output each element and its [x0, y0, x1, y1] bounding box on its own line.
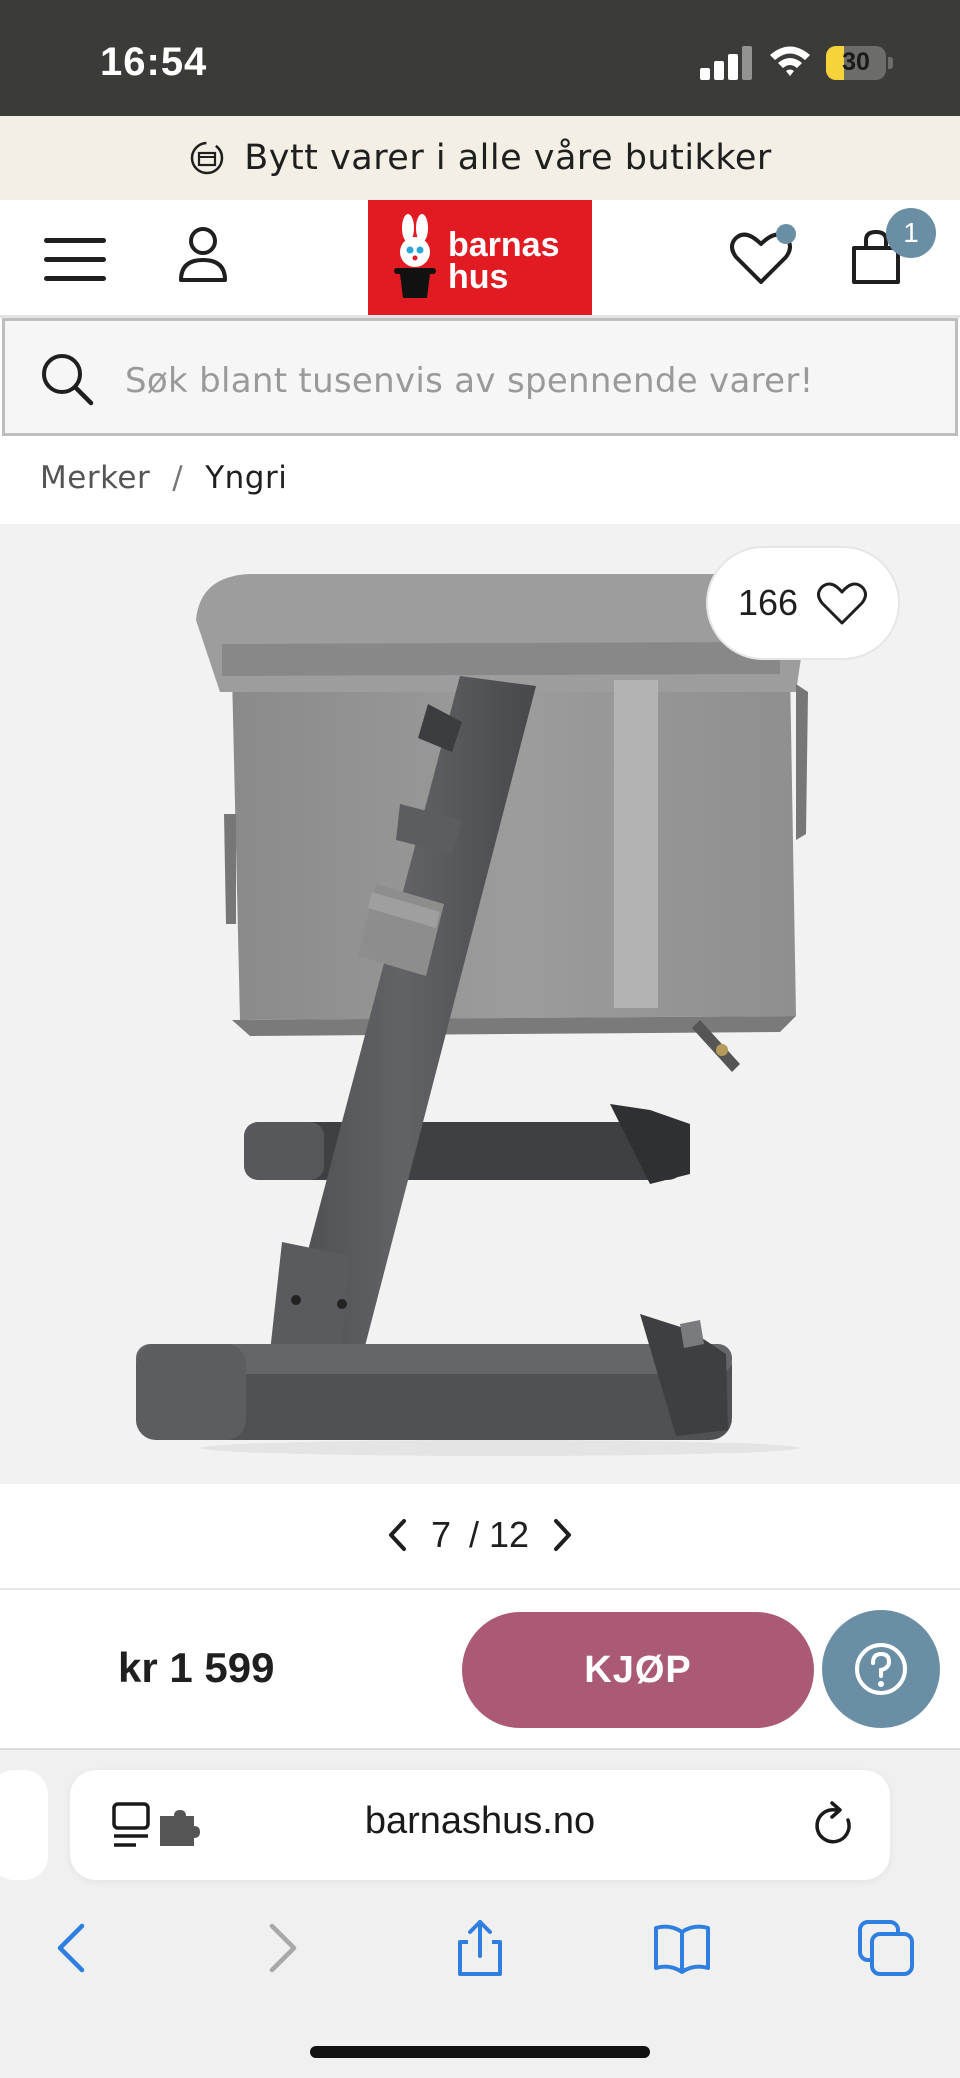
- hamburger-menu-icon[interactable]: [44, 236, 108, 284]
- wishlist-indicator-dot: [776, 224, 796, 244]
- browser-toolbar: [0, 1910, 960, 1990]
- site-header: barnas hus: [0, 200, 960, 318]
- logo-text-line2: hus: [448, 258, 509, 296]
- url-domain: barnashus.no: [364, 1800, 596, 1842]
- breadcrumb-item-merker[interactable]: Merker: [40, 460, 150, 496]
- product-price: kr 1 599: [118, 1644, 275, 1691]
- address-bar[interactable]: barnashus.no: [70, 1770, 890, 1880]
- status-time: 16:54: [100, 40, 208, 84]
- search-icon: [42, 354, 94, 406]
- chevron-right-icon[interactable]: [547, 1515, 577, 1555]
- buy-button[interactable]: KJØP: [462, 1612, 814, 1728]
- image-total: / 12: [468, 1514, 530, 1555]
- question-icon: [855, 1643, 907, 1695]
- reload-icon[interactable]: [810, 1800, 858, 1850]
- buy-bar: kr 1 599 KJØP: [0, 1590, 960, 1748]
- battery-tip: [888, 57, 893, 69]
- back-icon[interactable]: [44, 1918, 104, 1978]
- battery-percent: 30: [842, 48, 870, 76]
- user-icon[interactable]: [176, 224, 230, 284]
- forward-icon[interactable]: [250, 1918, 310, 1978]
- bunny-hat-logo-icon: [394, 214, 436, 298]
- image-pager: 7 / 12: [370, 1510, 590, 1560]
- bedside-crib-image[interactable]: [0, 524, 960, 1484]
- home-indicator: [310, 2046, 650, 2058]
- breadcrumb-separator: /: [172, 460, 184, 496]
- like-count: 166: [737, 582, 799, 623]
- product-image-gallery[interactable]: [0, 524, 960, 1484]
- help-button[interactable]: [822, 1610, 940, 1728]
- exchange-icon: [190, 141, 224, 175]
- tabs-icon[interactable]: [856, 1918, 916, 1978]
- wifi-icon: [770, 46, 810, 76]
- promo-text: Bytt varer i alle våre butikker: [244, 138, 772, 178]
- site-logo[interactable]: barnas hus: [368, 200, 592, 315]
- chevron-left-icon[interactable]: [383, 1515, 413, 1555]
- breadcrumb-item-yngri[interactable]: Yngri: [205, 460, 287, 496]
- heart-outline-icon: [817, 582, 868, 625]
- previous-tab-preview[interactable]: [0, 1770, 48, 1880]
- battery-icon: 30: [826, 46, 886, 80]
- image-index: 7: [430, 1514, 451, 1555]
- signal-icon: [700, 46, 752, 80]
- promo-banner[interactable]: Bytt varer i alle våre butikker: [0, 116, 960, 200]
- status-bar: 16:54 30: [0, 0, 960, 116]
- like-counter-button[interactable]: 166: [706, 546, 900, 660]
- cart-count-badge: 1: [886, 208, 936, 258]
- share-icon[interactable]: [450, 1918, 510, 1978]
- breadcrumb: Merker / Yngri: [40, 460, 287, 496]
- bookmarks-icon[interactable]: [652, 1918, 712, 1978]
- search-input[interactable]: Søk blant tusenvis av spennende varer!: [125, 361, 814, 401]
- search-bar[interactable]: Søk blant tusenvis av spennende varer!: [2, 318, 958, 436]
- browser-bottom-bar: barnashus.no: [0, 1748, 960, 2078]
